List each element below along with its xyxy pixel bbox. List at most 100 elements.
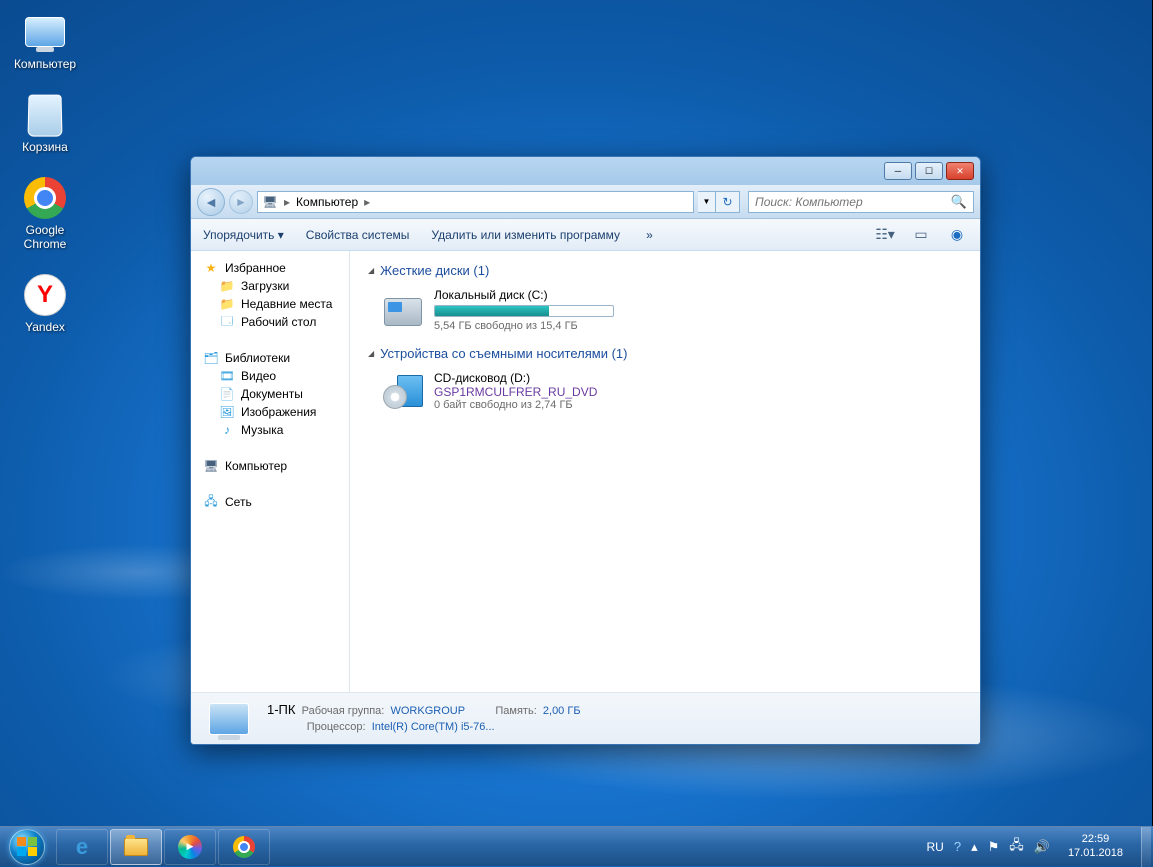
video-icon: 🎞 — [219, 369, 235, 383]
breadcrumb-item[interactable]: Компьютер — [296, 195, 358, 209]
drive-title: Локальный диск (C:) — [434, 288, 644, 302]
volume-icon[interactable]: 🔊 — [1034, 839, 1050, 855]
refresh-button[interactable]: ↻ — [716, 191, 740, 213]
desktop-icon-label: Google Chrome — [8, 223, 82, 251]
sidebar-libraries[interactable]: 🗂Библиотеки — [191, 349, 349, 367]
sidebar-item-desktop[interactable]: 🗔Рабочий стол — [191, 313, 349, 331]
forward-button[interactable]: ► — [229, 190, 253, 214]
minimize-button[interactable]: ─ — [884, 162, 912, 180]
cmd-overflow[interactable]: » — [642, 228, 657, 242]
drive-label: GSP1RMCULFRER_RU_DVD — [434, 385, 644, 399]
maximize-button[interactable]: ☐ — [915, 162, 943, 180]
details-workgroup-value: WORKGROUP — [390, 705, 464, 717]
network-icon[interactable]: 🖧 — [1009, 836, 1024, 858]
computer-icon — [25, 17, 65, 47]
drive-subtitle: 5,54 ГБ свободно из 15,4 ГБ — [434, 320, 644, 332]
taskbar: e RU ? ▴ ⚑ 🖧 🔊 22:59 17.01.2018 — [0, 826, 1153, 866]
cmd-organize[interactable]: Упорядочить ▾ — [203, 228, 284, 242]
tray-date: 17.01.2018 — [1068, 847, 1123, 860]
explorer-window: ─ ☐ ✕ ◄ ► 🖥 ▸ Компьютер ▸ ▼ ↻ 🔍 Упорядо — [190, 156, 981, 745]
details-memory-label: Память: — [495, 705, 536, 717]
desktop-icon-computer[interactable]: Компьютер — [8, 10, 82, 71]
sidebar-item-music[interactable]: ♪Музыка — [191, 421, 349, 439]
sidebar-item-documents[interactable]: 📄Документы — [191, 385, 349, 403]
desktop-icon-chrome[interactable]: Google Chrome — [8, 176, 82, 251]
folder-icon: 📁 — [219, 279, 235, 293]
tray-language[interactable]: RU — [926, 840, 943, 854]
breadcrumb-separator: ▸ — [364, 195, 370, 209]
details-name: 1-ПК — [267, 702, 295, 717]
desktop-icon-label: Yandex — [8, 320, 82, 334]
taskbar-chrome[interactable] — [218, 829, 270, 865]
action-center-icon[interactable]: ⚑ — [988, 839, 1000, 855]
preview-pane-button[interactable]: ▭ — [910, 226, 932, 244]
music-icon: ♪ — [219, 423, 235, 437]
details-memory-value: 2,00 ГБ — [543, 705, 581, 717]
sidebar-item-pictures[interactable]: 🖼Изображения — [191, 403, 349, 421]
cmd-uninstall-program[interactable]: Удалить или изменить программу — [431, 228, 620, 242]
star-icon: ★ — [203, 261, 219, 275]
ie-icon: e — [76, 834, 88, 860]
search-input[interactable] — [755, 195, 951, 209]
folder-icon — [124, 838, 148, 856]
address-dropdown[interactable]: ▼ — [698, 191, 716, 213]
details-cpu-label: Процессор: — [307, 721, 366, 733]
desktop[interactable]: Компьютер Корзина Google Chrome Y Yandex… — [0, 0, 1153, 867]
view-mode-button[interactable]: ☷▾ — [874, 226, 896, 244]
back-button[interactable]: ◄ — [197, 188, 225, 216]
command-bar: Упорядочить ▾ Свойства системы Удалить и… — [191, 219, 980, 251]
sidebar-favorites[interactable]: ★Избранное — [191, 259, 349, 277]
folder-icon: 📁 — [219, 297, 235, 311]
group-header-removable[interactable]: Устройства со съемными носителями (1) — [368, 346, 962, 361]
titlebar[interactable]: ─ ☐ ✕ — [191, 157, 980, 185]
windows-orb-icon — [9, 829, 45, 865]
help-icon[interactable]: ? — [954, 839, 961, 854]
taskbar-ie[interactable]: e — [56, 829, 108, 865]
address-bar[interactable]: 🖥 ▸ Компьютер ▸ — [257, 191, 694, 213]
navigation-bar: ◄ ► 🖥 ▸ Компьютер ▸ ▼ ↻ 🔍 — [191, 185, 980, 219]
desktop-icon: 🗔 — [219, 315, 235, 329]
drive-local-c[interactable]: Локальный диск (C:) 5,54 ГБ свободно из … — [382, 288, 962, 332]
details-cpu-value: Intel(R) Core(TM) i5-76... — [372, 721, 495, 733]
navigation-pane: ★Избранное 📁Загрузки 📁Недавние места 🗔Ра… — [191, 251, 350, 692]
search-box[interactable]: 🔍 — [748, 191, 974, 213]
details-pane: 1-ПК Рабочая группа: WORKGROUP Память: 2… — [191, 692, 980, 744]
taskbar-wmp[interactable] — [164, 829, 216, 865]
system-tray: RU ? ▴ ⚑ 🖧 🔊 22:59 17.01.2018 — [926, 827, 1151, 867]
drive-title: CD-дисковод (D:) — [434, 371, 644, 385]
group-header-hdd[interactable]: Жесткие диски (1) — [368, 263, 962, 278]
details-workgroup-label: Рабочая группа: — [302, 705, 385, 717]
wmp-icon — [178, 835, 202, 859]
desktop-icon-recycle-bin[interactable]: Корзина — [8, 93, 82, 154]
yandex-icon: Y — [24, 274, 66, 316]
computer-icon: 🖥 — [203, 459, 219, 473]
cmd-system-properties[interactable]: Свойства системы — [306, 228, 410, 242]
sidebar-item-videos[interactable]: 🎞Видео — [191, 367, 349, 385]
sidebar-item-downloads[interactable]: 📁Загрузки — [191, 277, 349, 295]
drive-dvd-d[interactable]: CD-дисковод (D:) GSP1RMCULFRER_RU_DVD 0 … — [382, 371, 962, 411]
chrome-icon — [233, 836, 255, 858]
close-button[interactable]: ✕ — [946, 162, 974, 180]
recycle-bin-icon — [28, 95, 63, 137]
desktop-icon-label: Корзина — [8, 140, 82, 154]
search-icon[interactable]: 🔍 — [951, 194, 967, 210]
document-icon: 📄 — [219, 387, 235, 401]
content-pane: Жесткие диски (1) Локальный диск (C:) 5,… — [350, 251, 980, 692]
capacity-bar — [434, 305, 614, 317]
taskbar-explorer[interactable] — [110, 829, 162, 865]
help-button[interactable]: ◉ — [946, 226, 968, 244]
libraries-icon: 🗂 — [203, 351, 219, 365]
sidebar-item-recent[interactable]: 📁Недавние места — [191, 295, 349, 313]
sidebar-network[interactable]: 🖧Сеть — [191, 493, 349, 511]
start-button[interactable] — [2, 828, 52, 866]
show-desktop-button[interactable] — [1141, 827, 1151, 867]
chevron-up-icon[interactable]: ▴ — [971, 839, 978, 855]
desktop-icon-label: Компьютер — [8, 57, 82, 71]
drive-subtitle: 0 байт свободно из 2,74 ГБ — [434, 399, 644, 411]
chrome-icon — [24, 177, 66, 219]
tray-time: 22:59 — [1068, 833, 1123, 846]
breadcrumb-separator: ▸ — [284, 195, 290, 209]
desktop-icon-yandex[interactable]: Y Yandex — [8, 273, 82, 334]
sidebar-computer[interactable]: 🖥Компьютер — [191, 457, 349, 475]
tray-clock[interactable]: 22:59 17.01.2018 — [1060, 833, 1131, 859]
